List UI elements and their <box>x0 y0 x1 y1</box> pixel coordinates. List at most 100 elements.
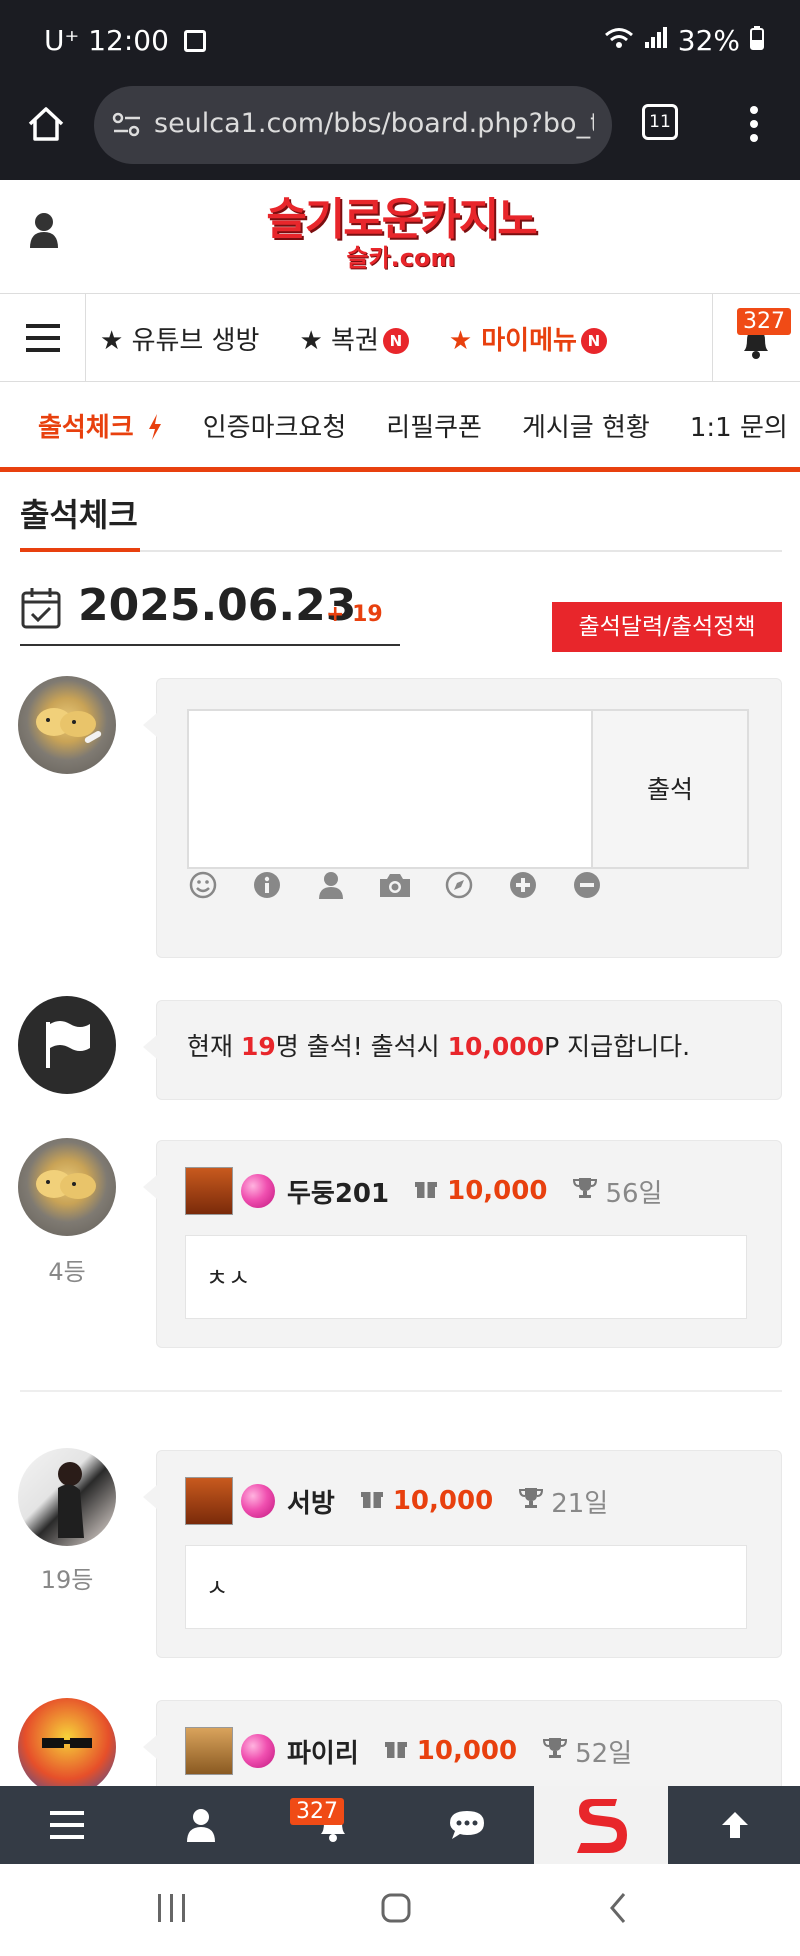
notice-suffix: P 지급합니다. <box>544 1032 691 1061</box>
entry-username[interactable]: 파이리 <box>287 1733 359 1770</box>
emoticon-icon[interactable] <box>185 867 221 903</box>
entry-points: 10,000 <box>392 1486 494 1516</box>
more-menu-icon[interactable] <box>744 104 764 144</box>
site-settings-icon[interactable] <box>112 110 142 144</box>
new-badge: N <box>580 328 607 354</box>
gallery-icon <box>183 30 206 52</box>
attendance-comment-input[interactable] <box>187 709 593 869</box>
avatar[interactable] <box>18 1448 116 1546</box>
avatar[interactable] <box>18 1698 116 1796</box>
signal-icon <box>644 24 668 57</box>
calendar-icon <box>21 588 61 629</box>
flag-icon <box>46 1021 90 1068</box>
hamburger-menu-button[interactable] <box>0 294 86 382</box>
wifi-icon <box>604 24 634 57</box>
top-nav: ★ 유튜브 생방 ★ 복권 N ★ 마이메뉴 N 327 <box>0 294 800 382</box>
browser-toolbar: seulca1.com/bbs/board.php?bo_tab 11 <box>0 84 800 180</box>
entry-days: 21일 <box>551 1488 609 1519</box>
notice-points: 10,000 <box>447 1032 545 1061</box>
site-header: 슬기로운카지노 슬카.com <box>0 180 800 294</box>
logo-main-text: 슬기로운카지노 <box>266 194 537 245</box>
attendance-form: 출석 <box>143 678 782 958</box>
attendance-rank: 19등 <box>40 1566 94 1594</box>
home-button-icon[interactable] <box>380 1892 412 1928</box>
nav-item-my-menu[interactable]: ★ 마이메뉴 N <box>449 320 607 357</box>
back-icon[interactable] <box>606 1892 630 1928</box>
user-level-icon <box>185 1727 233 1775</box>
attendance-entry: 두둥201 10,000 56일 ㅊㅅ <box>143 1140 782 1348</box>
nav-item-my-menu-label: ★ 마이메뉴 <box>448 325 577 356</box>
camera-icon[interactable] <box>377 867 413 903</box>
logo-sub-text: 슬카.com <box>346 244 456 272</box>
bottom-chat-button[interactable] <box>400 1786 534 1864</box>
attendance-count-plus: + 19 <box>326 602 383 627</box>
tab-attendance[interactable]: 출석체크 <box>38 407 163 444</box>
entry-days: 52일 <box>575 1738 633 1769</box>
entry-username[interactable]: 서방 <box>287 1483 335 1520</box>
attendance-date: 2025.06.23 <box>78 580 357 631</box>
gift-icon <box>384 1736 407 1766</box>
chat-icon <box>450 1811 484 1839</box>
arrow-up-icon <box>722 1812 748 1838</box>
home-icon[interactable] <box>26 104 66 144</box>
user-level-icon <box>185 1167 233 1215</box>
notice-mid: 명 출석! 출석시 <box>275 1032 448 1061</box>
attendance-notice: 현재 19명 출석! 출석시 10,000P 지급합니다. <box>143 1000 782 1100</box>
level-ball-icon <box>241 1734 275 1768</box>
title-underline <box>20 548 140 552</box>
user-mention-icon[interactable] <box>313 867 349 903</box>
tab-post-status[interactable]: 게시글 현황 <box>522 407 650 444</box>
nav-item-lottery[interactable]: ★ 복권 N <box>299 320 409 357</box>
bottom-home-logo-button[interactable] <box>534 1786 668 1864</box>
entry-meta: 서방 10,000 21일 <box>185 1477 608 1525</box>
avatar[interactable] <box>18 1138 116 1236</box>
entry-divider <box>20 1390 782 1392</box>
tab-refill-coupon[interactable]: 리필쿠폰 <box>386 407 482 444</box>
entry-points: 10,000 <box>416 1736 518 1766</box>
bottom-menu-button[interactable] <box>0 1786 134 1864</box>
user-icon[interactable] <box>28 212 60 248</box>
attendance-submit-button[interactable]: 출석 <box>593 709 749 869</box>
scroll-top-button[interactable] <box>668 1786 800 1864</box>
editor-toolbar <box>185 867 605 903</box>
attendance-rank: 4등 <box>48 1258 86 1286</box>
sub-nav: 출석체크 인증마크요청 리필쿠폰 게시글 현황 1:1 문의 <box>0 382 800 472</box>
entry-meta: 두둥201 10,000 56일 <box>185 1167 662 1215</box>
attendance-entry: 서방 10,000 21일 ㅅ <box>143 1450 782 1658</box>
recent-apps-icon[interactable] <box>156 1892 188 1928</box>
notification-count-badge: 327 <box>290 1798 344 1825</box>
lightning-icon <box>148 413 161 440</box>
address-bar[interactable]: seulca1.com/bbs/board.php?bo_tab <box>94 86 612 164</box>
battery-icon <box>750 24 764 57</box>
notice-count: 19 <box>240 1032 276 1061</box>
bottom-user-button[interactable] <box>134 1786 268 1864</box>
carrier-label: U⁺ <box>44 24 80 57</box>
date-row: 2025.06.23 + 19 <box>20 578 400 646</box>
minus-circle-icon[interactable] <box>569 867 605 903</box>
tab-badge-request[interactable]: 인증마크요청 <box>203 407 347 444</box>
user-level-icon <box>185 1477 233 1525</box>
compass-icon[interactable] <box>441 867 477 903</box>
nav-item-youtube-live[interactable]: ★ 유튜브 생방 <box>100 320 259 357</box>
notification-button[interactable]: 327 <box>712 294 800 382</box>
info-icon[interactable] <box>249 867 285 903</box>
level-ball-icon <box>241 1174 275 1208</box>
tab-inquiry[interactable]: 1:1 문의 <box>690 407 788 444</box>
bottom-notification-button[interactable]: 327 <box>266 1786 400 1864</box>
site-logo[interactable]: 슬기로운카지노 슬카.com <box>258 196 544 278</box>
attendance-notice-text: 현재 19명 출석! 출석시 10,000P 지급합니다. <box>187 1027 690 1063</box>
attendance-policy-button[interactable]: 출석달력/출석정책 <box>552 602 782 652</box>
status-bar: U⁺ 12:00 32% <box>0 0 800 84</box>
gift-icon <box>360 1486 383 1516</box>
battery-percent: 32% <box>677 24 740 57</box>
level-ball-icon <box>241 1484 275 1518</box>
url-text[interactable]: seulca1.com/bbs/board.php?bo_tab <box>154 108 594 139</box>
trophy-icon <box>573 1176 598 1207</box>
flag-avatar <box>18 996 116 1094</box>
avatar <box>18 676 116 774</box>
trophy-icon <box>543 1736 568 1767</box>
tab-switcher-button[interactable]: 11 <box>642 104 678 140</box>
entry-meta: 파이리 10,000 52일 <box>185 1727 632 1775</box>
entry-username[interactable]: 두둥201 <box>287 1173 389 1210</box>
plus-circle-icon[interactable] <box>505 867 541 903</box>
